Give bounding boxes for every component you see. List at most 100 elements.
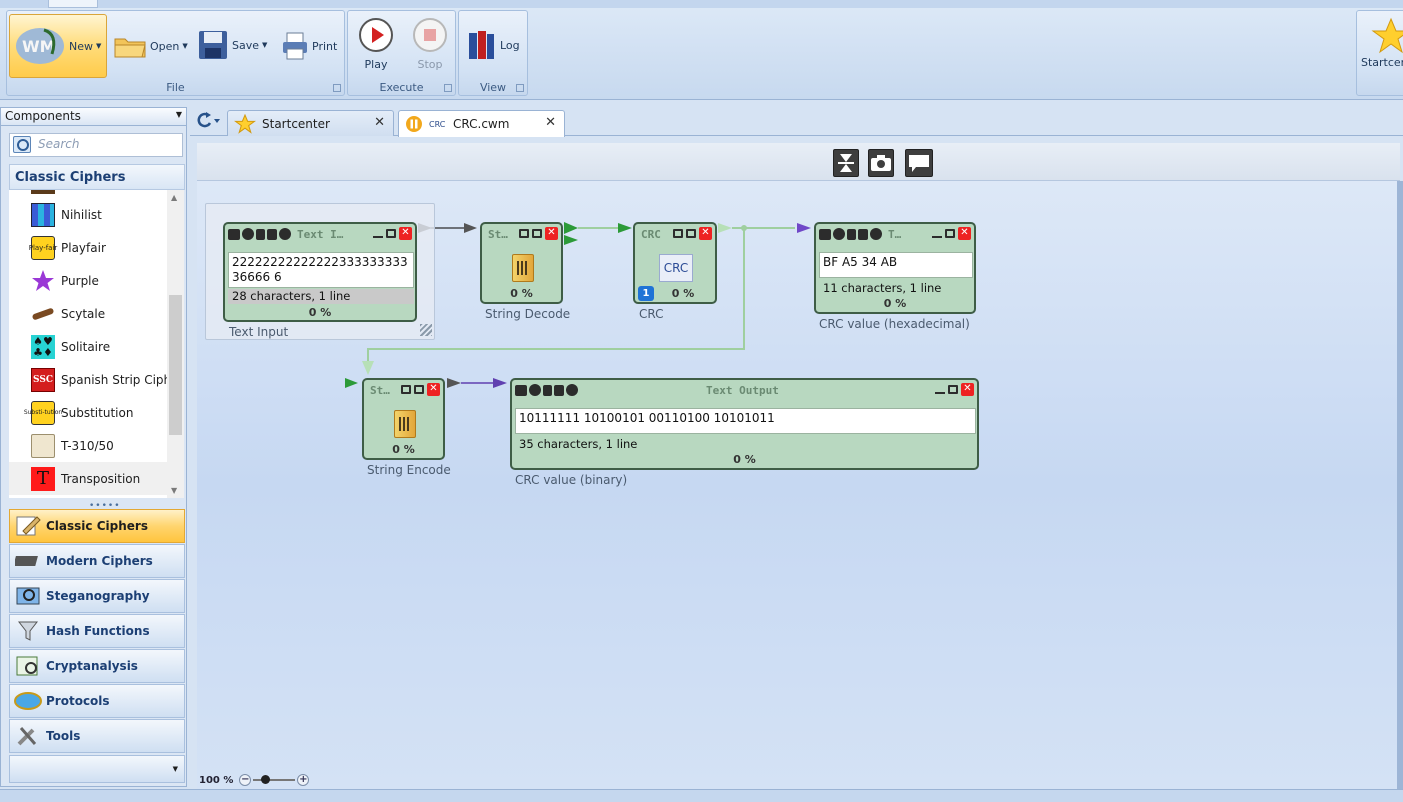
maximize-icon[interactable] [686,229,696,238]
list-icon[interactable] [847,228,856,240]
new-tab-button[interactable] [194,111,224,133]
category-label: Steganography [46,589,150,603]
text-input-plugin[interactable]: Text I… ✕ 2222222222222233333333336666 6… [223,222,417,322]
help-icon[interactable] [279,228,291,240]
zoom-in-icon[interactable]: + [297,774,310,786]
crc-plugin[interactable]: CRC ✕ CRC 1 0 % [633,222,717,304]
category-modern-ciphers[interactable]: Modern Ciphers [9,544,185,578]
close-icon[interactable]: ✕ [374,115,385,130]
list-item[interactable]: T-310/50 [9,429,167,462]
restore-icon[interactable] [519,229,529,238]
close-icon[interactable]: ✕ [545,227,558,240]
search-input[interactable]: Search [9,133,183,157]
maximize-icon[interactable] [532,229,542,238]
dialog-launcher-icon[interactable] [516,84,524,92]
category-hash-functions[interactable]: Hash Functions [9,614,185,648]
minimize-icon[interactable] [373,230,383,238]
stop-button[interactable]: Stop [412,17,448,71]
category-tools[interactable]: Tools [9,719,185,753]
list-item[interactable]: SSC Spanish Strip Ciphe [9,363,167,396]
dialog-launcher-icon[interactable] [333,84,341,92]
scroll-thumb[interactable] [169,295,182,435]
components-header[interactable]: Components ▼ [1,108,186,126]
maximize-icon[interactable] [386,229,396,238]
canvas-scrollbar[interactable] [1397,181,1403,789]
string-encode-plugin[interactable]: St… ✕ 0 % [362,378,445,460]
clipboard-icon[interactable] [267,228,277,240]
category-label: Protocols [46,694,110,708]
list-item[interactable]: Nihilist [9,198,167,231]
maximize-icon[interactable] [948,385,958,394]
scroll-down-icon[interactable]: ▼ [171,486,177,495]
scroll-up-icon[interactable]: ▲ [171,193,177,202]
close-icon[interactable]: ✕ [399,227,412,240]
text-input-field[interactable]: 2222222222222233333333336666 6 [228,252,414,288]
restore-icon[interactable] [673,229,683,238]
help-icon[interactable] [566,384,578,396]
plugin-titlebar[interactable]: Text I… ✕ [225,224,415,244]
close-icon[interactable]: ✕ [427,383,440,396]
log-button[interactable]: Log [467,29,520,61]
zoom-slider-knob[interactable] [261,775,271,784]
close-icon[interactable]: ✕ [958,227,971,240]
startcenter-button[interactable]: Startcen [1361,17,1403,69]
list-icon[interactable] [543,384,552,396]
tab-crc-cwm[interactable]: CRC CRC.cwm ✕ [398,110,565,137]
plugin-titlebar[interactable]: T… ✕ [816,224,974,244]
screenshot-button[interactable] [868,149,894,177]
category-overflow[interactable]: ▼ [9,755,185,783]
resize-grip-icon[interactable] [420,324,432,336]
plugin-titlebar[interactable]: St… ✕ [364,380,443,400]
gear-icon[interactable] [833,228,845,240]
zoom-out-icon[interactable]: − [239,774,252,786]
tab-startcenter[interactable]: Startcenter ✕ [227,110,394,136]
dialog-launcher-icon[interactable] [444,84,452,92]
new-button[interactable]: WM New ▼ [9,14,107,78]
category-classic-ciphers[interactable]: Classic Ciphers [9,509,185,543]
list-item[interactable]: Play-fair Playfair [9,231,167,264]
clipboard-icon[interactable] [554,384,564,396]
maximize-icon[interactable] [414,385,424,394]
text-output-binary-plugin[interactable]: Text Output ✕ 10111111 10100101 00110100… [510,378,979,470]
list-item[interactable]: Purple [9,264,167,297]
save-button[interactable]: Save ▼ [197,29,267,61]
image-icon[interactable] [228,228,240,240]
print-button[interactable]: Print [281,31,337,61]
list-item[interactable]: T Transposition [9,462,167,495]
open-button[interactable]: Open ▼ [113,33,188,59]
help-icon[interactable] [870,228,882,240]
plugin-titlebar[interactable]: CRC ✕ [635,224,715,244]
category-cryptanalysis[interactable]: Cryptanalysis [9,649,185,683]
fit-view-button[interactable] [833,149,859,177]
image-icon[interactable] [819,228,831,240]
output-field[interactable]: 10111111 10100101 00110100 10101011 [515,408,976,434]
close-icon[interactable]: ✕ [545,115,556,130]
output-field[interactable]: BF A5 34 AB [819,252,973,278]
restore-icon[interactable] [401,385,411,394]
plugin-titlebar[interactable]: Text Output ✕ [512,380,977,400]
gear-icon[interactable] [242,228,254,240]
close-icon[interactable]: ✕ [699,227,712,240]
play-button[interactable]: Play [358,17,394,71]
gear-icon[interactable] [529,384,541,396]
zoom-slider[interactable]: − + [239,773,310,787]
text-output-hex-plugin[interactable]: T… ✕ BF A5 34 AB 11 characters, 1 line 0… [814,222,976,314]
list-item[interactable]: ♠♥ ♣♦ Solitaire [9,330,167,363]
list-scrollbar[interactable]: ▲ ▼ [167,190,184,498]
list-item[interactable]: Substi-tution Substitution [9,396,167,429]
list-icon[interactable] [256,228,265,240]
category-steganography[interactable]: Steganography [9,579,185,613]
plugin-titlebar[interactable]: St… ✕ [482,224,561,244]
category-protocols[interactable]: Protocols [9,684,185,718]
minimize-icon[interactable] [932,230,942,238]
minimize-icon[interactable] [935,386,945,394]
maximize-icon[interactable] [945,229,955,238]
clipboard-icon[interactable] [858,228,868,240]
string-decode-plugin[interactable]: St… ✕ 0 % [480,222,563,304]
comment-button[interactable] [905,149,933,177]
image-icon[interactable] [515,384,527,396]
ribbon-tab[interactable] [48,0,98,8]
list-item[interactable]: Scytale [9,297,167,330]
close-icon[interactable]: ✕ [961,383,974,396]
floppy-disk-icon [199,31,227,59]
